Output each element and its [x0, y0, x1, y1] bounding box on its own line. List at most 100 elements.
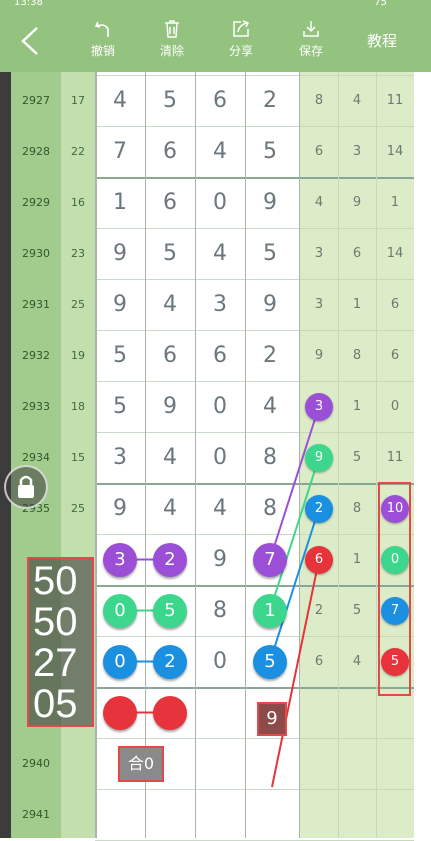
digit-cell[interactable]: 5 [145, 75, 195, 126]
stat-cell: 3 [314, 297, 324, 312]
stat-cell: 1 [352, 552, 362, 567]
period-cell: 2927 [22, 94, 50, 107]
digit-cell[interactable]: 6 [195, 330, 245, 381]
digit-cell[interactable]: 9 [145, 381, 195, 432]
clear-button[interactable]: 清除 [155, 10, 189, 72]
number-ball[interactable]: 1 [253, 593, 287, 628]
digit-cell[interactable]: 9 [245, 279, 295, 330]
stat-cell [338, 687, 376, 738]
digit-cell[interactable]: 9 [95, 279, 145, 330]
digit-cell[interactable]: 4 [145, 432, 195, 483]
lock-button[interactable] [4, 465, 48, 509]
digit-cell[interactable]: 4 [245, 381, 295, 432]
undo-button[interactable]: 撤销 [86, 10, 120, 72]
digit-cell[interactable]: 6 [145, 126, 195, 177]
digit-cell[interactable]: 5 [145, 228, 195, 279]
clear-label: 清除 [159, 44, 184, 58]
digit-cell[interactable]: 9 [195, 534, 245, 585]
digit-cell[interactable]: 5 [95, 381, 145, 432]
digit-cell[interactable]: 9 [245, 177, 295, 228]
digit-cell[interactable]: 4 [195, 126, 245, 177]
stat-cell: 14 [386, 144, 404, 159]
digit-cell[interactable]: 2 [245, 75, 295, 126]
digit-cell[interactable] [195, 738, 245, 789]
digit-cell[interactable] [195, 687, 245, 738]
digit-cell[interactable]: 4 [195, 483, 245, 534]
sum-cell: 16 [71, 196, 85, 209]
number-ball[interactable]: 2 [153, 542, 187, 577]
share-icon [233, 20, 250, 37]
period-cell: 2928 [22, 145, 50, 158]
digit-cell[interactable] [245, 738, 295, 789]
stat-ball[interactable]: 2 [305, 494, 333, 523]
number-ball[interactable]: 0 [103, 644, 137, 679]
nine-tag-label: 9 [266, 708, 278, 729]
stat-cell [376, 738, 414, 789]
trash-icon [165, 20, 179, 38]
digit-cell[interactable]: 0 [195, 636, 245, 687]
sum-tag-label: 合0 [127, 754, 155, 773]
number-ball[interactable] [153, 695, 187, 730]
digit-cell[interactable]: 8 [195, 585, 245, 636]
digit-cell[interactable] [245, 789, 295, 840]
period-cell: 2929 [22, 196, 50, 209]
stat-cell [300, 789, 338, 840]
digit-cell[interactable]: 5 [95, 330, 145, 381]
stat-cell: 0 [390, 399, 400, 414]
digit-cell[interactable]: 6 [195, 75, 245, 126]
digit-cell[interactable]: 3 [195, 279, 245, 330]
number-ball[interactable]: 5 [253, 644, 287, 679]
undo-icon [94, 21, 109, 37]
number-ball[interactable] [103, 695, 137, 730]
lock-icon [18, 475, 34, 498]
stat-cell: 11 [386, 93, 404, 108]
digit-cell[interactable]: 0 [195, 381, 245, 432]
big-number: 05 [33, 682, 78, 726]
number-ball[interactable]: 5 [153, 593, 187, 628]
digit-cell[interactable]: 2 [245, 330, 295, 381]
digit-cell[interactable] [95, 789, 145, 840]
tutorial-button[interactable]: 教程 [352, 10, 412, 72]
right-highlight-box [378, 482, 411, 696]
stat-cell: 4 [352, 93, 362, 108]
status-bar: 13:38 75 [0, 0, 431, 10]
digit-cell[interactable]: 4 [145, 483, 195, 534]
stat-ball[interactable]: 6 [305, 545, 333, 574]
digit-cell[interactable]: 7 [95, 126, 145, 177]
digit-cell[interactable]: 0 [195, 177, 245, 228]
digit-cell[interactable]: 9 [95, 228, 145, 279]
digit-cell[interactable] [195, 789, 245, 840]
digit-cell[interactable]: 4 [95, 75, 145, 126]
stat-ball[interactable]: 3 [305, 392, 333, 421]
digit-cell[interactable]: 4 [195, 228, 245, 279]
number-ball[interactable]: 0 [103, 593, 137, 628]
number-ball[interactable]: 2 [153, 644, 187, 679]
share-label: 分享 [228, 44, 253, 58]
digit-cell[interactable]: 1 [95, 177, 145, 228]
digit-cell[interactable]: 6 [145, 330, 195, 381]
digit-cell[interactable] [145, 789, 195, 840]
digit-cell[interactable]: 6 [145, 177, 195, 228]
nine-tag[interactable]: 9 [257, 702, 287, 736]
sum-cell: 19 [71, 349, 85, 362]
sum-tag[interactable]: 合0 [118, 746, 164, 782]
digit-cell[interactable]: 4 [145, 279, 195, 330]
sum-cell: 17 [71, 94, 85, 107]
stat-ball[interactable]: 9 [305, 443, 333, 472]
digit-cell[interactable]: 8 [245, 483, 295, 534]
period-cell: 2940 [22, 757, 50, 770]
period-cell: 2932 [22, 349, 50, 362]
share-button[interactable]: 分享 [224, 10, 258, 72]
digit-cell[interactable]: 8 [245, 432, 295, 483]
number-ball[interactable]: 7 [253, 542, 287, 577]
sum-cell: 18 [71, 400, 85, 413]
save-button[interactable]: 保存 [294, 10, 328, 72]
digit-cell[interactable]: 5 [245, 228, 295, 279]
digit-cell[interactable]: 3 [95, 432, 145, 483]
digit-cell[interactable]: 9 [95, 483, 145, 534]
sum-cell [61, 789, 95, 840]
back-button[interactable] [10, 10, 50, 72]
number-ball[interactable]: 3 [103, 542, 137, 577]
digit-cell[interactable]: 0 [195, 432, 245, 483]
digit-cell[interactable]: 5 [245, 126, 295, 177]
